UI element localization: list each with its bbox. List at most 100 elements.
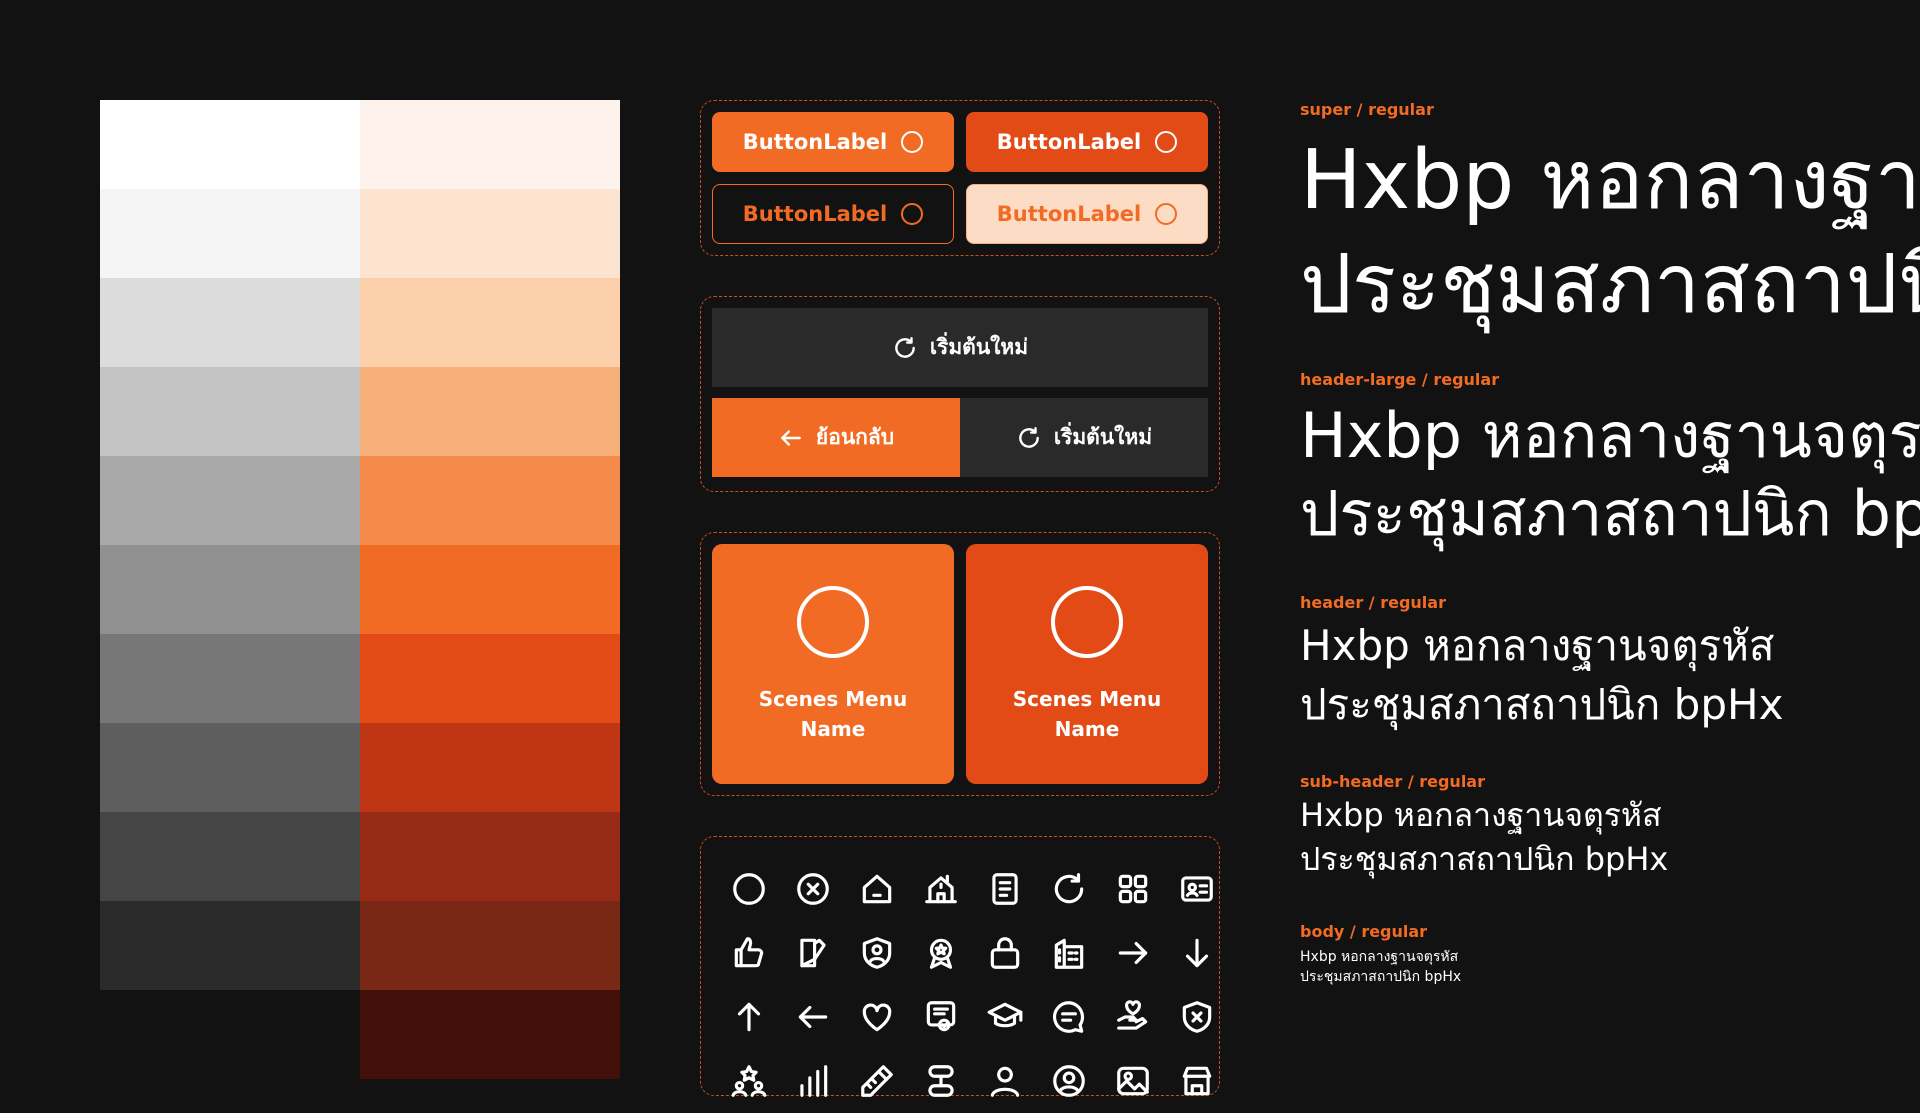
icon-cell bbox=[1101, 1049, 1165, 1113]
graduation-cap-icon bbox=[987, 1002, 1023, 1028]
image-icon bbox=[1117, 1066, 1149, 1096]
gray-swatch-1 bbox=[100, 100, 360, 189]
type-header-large: header-large / regular Hxbp หอกลางฐานจตุ… bbox=[1300, 370, 1920, 553]
gray-swatch-7 bbox=[100, 634, 360, 723]
group-star-icon bbox=[731, 1065, 767, 1097]
circle-icon bbox=[733, 873, 765, 905]
icon-cell bbox=[1165, 857, 1229, 921]
orange-swatch-2 bbox=[360, 189, 620, 278]
icon-cell bbox=[1037, 985, 1101, 1049]
sample-line: Hxbp หอกลางฐานจตุรหัส bbox=[1300, 796, 1662, 834]
icon-cell bbox=[781, 1049, 845, 1113]
type-body: body / regular Hxbp หอกลางฐานจตุรหัส ประ… bbox=[1300, 922, 1461, 987]
orange-swatch-5 bbox=[360, 456, 620, 545]
icon-cell bbox=[845, 985, 909, 1049]
icon-cell bbox=[973, 857, 1037, 921]
refresh-icon bbox=[895, 336, 915, 358]
circle-icon bbox=[1155, 203, 1178, 225]
type-sub-header: sub-header / regular Hxbp หอกลางฐานจตุรห… bbox=[1300, 772, 1668, 881]
restart-label: เริ่มต้นใหม่ bbox=[929, 335, 1029, 359]
button-label: ButtonLabel bbox=[996, 130, 1142, 154]
restart-button[interactable]: เริ่มต้นใหม่ bbox=[712, 308, 1208, 387]
orange-swatch-4 bbox=[360, 367, 620, 456]
heart-icon bbox=[862, 1003, 892, 1032]
orange-swatch-11 bbox=[360, 990, 620, 1079]
hand-heart-icon bbox=[1117, 1000, 1148, 1030]
scene-menu-tile-active[interactable]: Scenes Menu Name bbox=[966, 544, 1208, 784]
restart-label: เริ่มต้นใหม่ bbox=[1053, 425, 1153, 449]
icon-cell bbox=[781, 857, 845, 921]
office-building-icon bbox=[1054, 938, 1084, 969]
pencil-ruler-icon bbox=[861, 1065, 893, 1097]
thumbs-up-icon bbox=[734, 937, 764, 968]
grid-icon bbox=[1118, 874, 1148, 904]
house-building-icon bbox=[925, 874, 957, 904]
gray-swatch-2 bbox=[100, 189, 360, 278]
arrow-down-icon bbox=[1185, 938, 1209, 968]
icon-grid bbox=[717, 857, 1229, 1113]
gray-swatch-5 bbox=[100, 456, 360, 545]
circle-icon bbox=[1051, 586, 1123, 658]
restart-button-secondary[interactable]: เริ่มต้นใหม่ bbox=[960, 398, 1208, 477]
refresh-icon bbox=[1054, 873, 1084, 904]
gray-swatch-3 bbox=[100, 278, 360, 367]
icon-cell bbox=[909, 985, 973, 1049]
orange-swatch-9 bbox=[360, 812, 620, 901]
button-primary[interactable]: ButtonLabel bbox=[712, 112, 954, 172]
store-icon bbox=[1182, 1066, 1212, 1096]
arrow-left-icon bbox=[798, 1005, 828, 1029]
orange-scale-column bbox=[360, 100, 620, 1080]
type-label: header / regular bbox=[1300, 593, 1446, 612]
type-super: super / regular Hxbp หอกลางฐานจตุรหัส ปร… bbox=[1300, 100, 1920, 337]
book-edit-icon bbox=[800, 938, 826, 968]
sample-line: Hxbp หอกลางฐานจตุรหัส bbox=[1300, 949, 1459, 965]
type-label: super / regular bbox=[1300, 100, 1434, 119]
gray-swatch-10 bbox=[100, 901, 360, 990]
icon-cell bbox=[1101, 985, 1165, 1049]
sample-line: Hxbp หอกลางฐานจตุรหัส bbox=[1300, 399, 1920, 472]
icon-cell bbox=[717, 1049, 781, 1113]
icon-cell bbox=[781, 985, 845, 1049]
chat-icon bbox=[1053, 1001, 1085, 1033]
icon-cell bbox=[845, 1049, 909, 1113]
certificate-icon bbox=[926, 1001, 956, 1032]
type-sample: Hxbp หอกลางฐานจตุรหัส ประชุมสภาสถาปนิก b… bbox=[1300, 397, 1920, 553]
stack-icon bbox=[928, 1065, 954, 1097]
circle-icon bbox=[797, 586, 869, 658]
type-sample: Hxbp หอกลางฐานจตุรหัส ประชุมสภาสถาปนิก b… bbox=[1300, 129, 1920, 337]
icon-cell bbox=[781, 921, 845, 985]
type-sample: Hxbp หอกลางฐานจตุรหัส ประชุมสภาสถาปนิก b… bbox=[1300, 947, 1461, 987]
gray-swatch-4 bbox=[100, 367, 360, 456]
user-circle-icon bbox=[1053, 1065, 1085, 1097]
icon-cell bbox=[973, 985, 1037, 1049]
button-outline[interactable]: ButtonLabel bbox=[712, 184, 954, 244]
tile-label-line: Scenes Menu bbox=[758, 687, 908, 711]
sample-line: ประชุมสภาสถาปนิก bpHx bbox=[1300, 680, 1784, 729]
type-sample: Hxbp หอกลางฐานจตุรหัส ประชุมสภาสถาปนิก b… bbox=[1300, 793, 1668, 881]
orange-swatch-3 bbox=[360, 278, 620, 367]
sample-line: ประชุมสภาสถาปนิก bpHx bbox=[1300, 477, 1920, 550]
button-light[interactable]: ButtonLabel bbox=[966, 184, 1208, 244]
action-bar-group: เริ่มต้นใหม่ ย้อนกลับ เริ่มต้นใหม่ bbox=[700, 296, 1220, 492]
button-label: ButtonLabel bbox=[742, 130, 888, 154]
orange-swatch-7 bbox=[360, 634, 620, 723]
type-label: sub-header / regular bbox=[1300, 772, 1485, 791]
scene-menu-tile[interactable]: Scenes Menu Name bbox=[712, 544, 954, 784]
icon-cell bbox=[1037, 857, 1101, 921]
button-primary-deep[interactable]: ButtonLabel bbox=[966, 112, 1208, 172]
icon-cell bbox=[1165, 1049, 1229, 1113]
user-icon bbox=[990, 1066, 1020, 1097]
gray-swatch-8 bbox=[100, 723, 360, 812]
id-card-icon bbox=[1181, 876, 1213, 902]
arrow-right-icon bbox=[1118, 941, 1148, 965]
icon-cell bbox=[1037, 921, 1101, 985]
lock-icon bbox=[990, 937, 1020, 969]
scene-menu-group: Scenes Menu Name Scenes Menu Name bbox=[700, 532, 1220, 796]
type-sample: Hxbp หอกลางฐานจตุรหัส ประชุมสภาสถาปนิก b… bbox=[1300, 616, 1783, 734]
sample-line: Hxbp หอกลางฐานจตุรหัส bbox=[1300, 133, 1920, 228]
home-icon bbox=[862, 874, 892, 904]
bar-chart-icon bbox=[800, 1065, 828, 1097]
tile-label-line: Name bbox=[1054, 717, 1120, 741]
icon-cell bbox=[845, 857, 909, 921]
back-button[interactable]: ย้อนกลับ bbox=[712, 398, 960, 477]
